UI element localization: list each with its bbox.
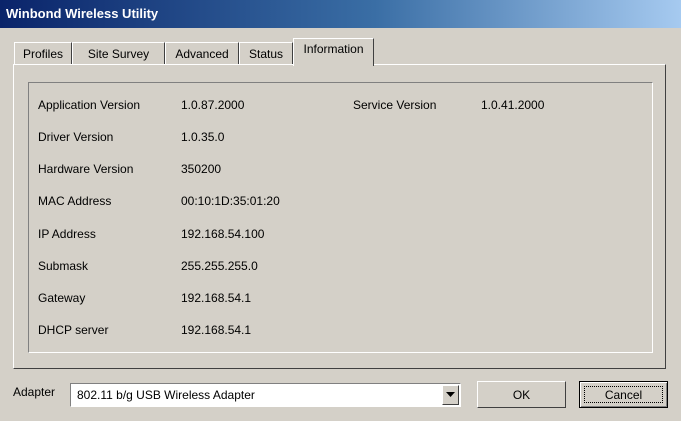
application-version-value: 1.0.87.2000 xyxy=(181,98,245,112)
dhcp-server-value: 192.168.54.1 xyxy=(181,323,252,337)
submask-label: Submask xyxy=(38,259,89,273)
ok-button[interactable]: OK xyxy=(477,381,566,408)
mac-address-label: MAC Address xyxy=(38,194,112,208)
cancel-button[interactable]: Cancel xyxy=(579,381,668,408)
focus-rectangle xyxy=(584,386,663,403)
adapter-label: Adapter xyxy=(13,385,56,399)
ok-button-label: OK xyxy=(512,388,531,402)
tab-status[interactable]: Status xyxy=(239,42,293,64)
ip-address-value: 192.168.54.100 xyxy=(181,227,265,241)
hardware-version-label: Hardware Version xyxy=(38,162,134,176)
utility-window: Winbond Wireless Utility Profiles Site S… xyxy=(0,0,681,421)
information-group: Application Version 1.0.87.2000 Service … xyxy=(28,82,653,353)
dropdown-button[interactable] xyxy=(442,385,459,405)
gateway-value: 192.168.54.1 xyxy=(181,291,252,305)
submask-value: 255.255.255.0 xyxy=(181,259,258,273)
driver-version-label: Driver Version xyxy=(38,130,114,144)
tab-information[interactable]: Information xyxy=(293,38,374,66)
mac-address-value: 00:10:1D:35:01:20 xyxy=(181,194,280,208)
adapter-select[interactable]: 802.11 b/g USB Wireless Adapter xyxy=(70,383,461,407)
tab-site-survey[interactable]: Site Survey xyxy=(72,42,165,64)
gateway-label: Gateway xyxy=(38,291,86,305)
service-version-value: 1.0.41.2000 xyxy=(481,98,545,112)
service-version-label: Service Version xyxy=(353,98,437,112)
hardware-version-value: 350200 xyxy=(181,162,222,176)
tab-advanced[interactable]: Advanced xyxy=(165,42,239,64)
application-version-label: Application Version xyxy=(38,98,141,112)
driver-version-value: 1.0.35.0 xyxy=(181,130,225,144)
window-title: Winbond Wireless Utility xyxy=(6,6,159,21)
information-panel: Application Version 1.0.87.2000 Service … xyxy=(13,64,666,369)
chevron-down-icon xyxy=(446,392,455,397)
adapter-selected-value: 802.11 b/g USB Wireless Adapter xyxy=(77,388,255,402)
tab-profiles[interactable]: Profiles xyxy=(14,42,72,64)
dhcp-server-label: DHCP server xyxy=(38,323,109,337)
title-bar[interactable]: Winbond Wireless Utility xyxy=(0,0,681,28)
ip-address-label: IP Address xyxy=(38,227,96,241)
